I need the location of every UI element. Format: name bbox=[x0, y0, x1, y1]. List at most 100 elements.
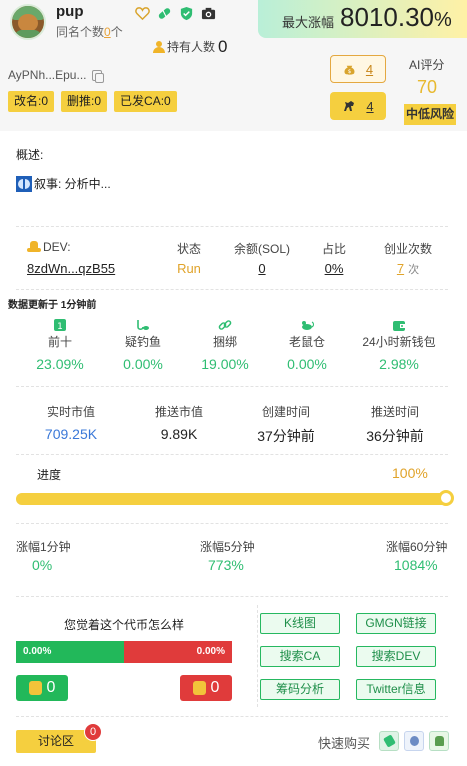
dev-status-value: Run bbox=[177, 261, 201, 276]
twitter-info-button[interactable]: Twitter信息 bbox=[356, 679, 436, 700]
max-gain-value: 8010.30% bbox=[340, 2, 452, 33]
quick-buy-label: 快速购买 bbox=[318, 736, 371, 751]
dev-address[interactable]: 8zdWn...qzB55 bbox=[27, 261, 115, 276]
market-value: 36分钟前 bbox=[366, 428, 424, 444]
gain-1m-label: 涨幅1分钟 bbox=[16, 540, 71, 554]
metric-label: 24小时新钱包 bbox=[362, 335, 436, 349]
metric-label: 前十 bbox=[47, 335, 72, 349]
metric-bundle: 捆绑 19.00% bbox=[180, 318, 270, 372]
dev-balance-value[interactable]: 0 bbox=[227, 261, 297, 276]
metric-new-wallet: 24小时新钱包 2.98% bbox=[352, 318, 446, 372]
bag-count: 4 bbox=[365, 61, 374, 77]
horse-icon bbox=[344, 101, 355, 111]
divider bbox=[16, 289, 448, 290]
discussion-badge: 0 bbox=[84, 723, 102, 741]
holders-label: 持有人数 bbox=[153, 38, 215, 55]
metric-value: 23.09% bbox=[36, 356, 84, 372]
bot-2-icon[interactable] bbox=[404, 731, 424, 751]
metric-label: 老鼠仓 bbox=[288, 335, 325, 349]
chip-analysis-button[interactable]: 筹码分析 bbox=[260, 679, 340, 700]
same-name-label: 同名个数 bbox=[56, 25, 105, 39]
issued-ca-chip: 已发CA:0 bbox=[114, 91, 177, 112]
progress-value: 100% bbox=[392, 465, 428, 481]
same-name-count: 同名个数0个 bbox=[56, 23, 123, 40]
dev-label-text: DEV: bbox=[43, 240, 71, 254]
ai-score-label: AI评分 bbox=[409, 58, 445, 72]
same-name-number[interactable]: 0 bbox=[104, 25, 111, 39]
bull-ratio: 0.00% bbox=[16, 641, 124, 663]
market-value: 9.89K bbox=[160, 426, 198, 442]
metric-value: 19.00% bbox=[201, 356, 249, 372]
pill-icon[interactable] bbox=[157, 6, 172, 21]
dev-status-label: 状态 bbox=[176, 242, 201, 256]
vote-question: 您觉着这个代币怎么样 bbox=[64, 618, 185, 632]
update-note: 数据更新于 1分钟前 bbox=[8, 300, 97, 311]
metric-value: 0.00% bbox=[287, 356, 327, 372]
metric-rat: 老鼠仓 0.00% bbox=[262, 318, 352, 372]
bag-button[interactable]: $ 4 bbox=[330, 55, 386, 83]
same-name-unit: 个 bbox=[110, 25, 123, 39]
max-gain-box: 最大涨幅 8010.30% bbox=[258, 0, 467, 38]
dev-share-label: 占比 bbox=[321, 242, 346, 256]
search-ca-button[interactable]: 搜索CA bbox=[260, 646, 340, 667]
shield-check-icon[interactable] bbox=[179, 6, 194, 21]
kline-button[interactable]: K线图 bbox=[260, 613, 340, 634]
wallet-icon bbox=[393, 321, 405, 331]
svg-text:1: 1 bbox=[57, 322, 63, 332]
market-label: 推送市值 bbox=[154, 405, 203, 419]
dev-share-value[interactable]: 0% bbox=[312, 261, 356, 276]
thumbs-down-icon bbox=[192, 681, 206, 695]
camera-icon[interactable] bbox=[201, 6, 216, 21]
hat-icon bbox=[27, 241, 41, 253]
market-label: 推送时间 bbox=[370, 405, 419, 419]
dev-label: DEV: bbox=[27, 240, 71, 254]
heart-icon[interactable] bbox=[135, 6, 150, 21]
chip-row: 改名:0 删推:0 已发CA:0 bbox=[8, 91, 177, 112]
token-header: pup 同名个数0个 持有人数 0 最大涨幅 8010.30% AyPNh...… bbox=[0, 0, 467, 131]
divider bbox=[16, 386, 448, 387]
vertical-divider bbox=[257, 605, 258, 707]
dev-startups: 7次 bbox=[376, 261, 440, 277]
progress-fill bbox=[16, 493, 448, 505]
horse-count: 4 bbox=[366, 98, 374, 114]
max-gain-unit: % bbox=[433, 9, 452, 31]
deleted-push-chip: 删推:0 bbox=[61, 91, 108, 112]
contract-address[interactable]: AyPNh...Epu... bbox=[8, 68, 87, 82]
bot-3-icon[interactable] bbox=[429, 731, 449, 751]
dev-startups-value[interactable]: 7 bbox=[397, 261, 404, 276]
thumbs-up-button[interactable]: 0 bbox=[16, 675, 68, 701]
metric-value: 2.98% bbox=[379, 356, 419, 372]
money-bag-icon: $ bbox=[344, 65, 355, 75]
narrative-text: 叙事: 分析中... bbox=[34, 177, 111, 191]
max-gain-number: 8010.30 bbox=[340, 2, 434, 32]
market-label: 实时市值 bbox=[46, 405, 95, 419]
max-gain-label: 最大涨幅 bbox=[282, 15, 335, 30]
horse-button[interactable]: 4 bbox=[330, 92, 386, 120]
svg-text:$: $ bbox=[348, 69, 352, 75]
butterfly-icon bbox=[16, 175, 32, 192]
thumbs-down-button[interactable]: 0 bbox=[180, 675, 232, 701]
gain-1m-value: 0% bbox=[32, 557, 53, 573]
progress-knob bbox=[438, 490, 454, 506]
metric-label: 捆绑 bbox=[212, 335, 237, 349]
rat-icon bbox=[302, 321, 314, 330]
search-dev-button[interactable]: 搜索DEV bbox=[356, 646, 436, 667]
token-address: AyPNh...Epu... bbox=[8, 68, 104, 83]
market-created-time: 创建时间 37分钟前 bbox=[236, 403, 336, 446]
header-icon-row bbox=[135, 6, 216, 21]
thumbs-up-icon bbox=[28, 681, 42, 695]
holders-count: 0 bbox=[218, 37, 228, 56]
fishing-icon bbox=[137, 320, 149, 331]
copy-icon[interactable] bbox=[91, 69, 104, 83]
bot-1-icon[interactable] bbox=[379, 731, 399, 751]
rename-chip: 改名:0 bbox=[8, 91, 55, 112]
bear-ratio: 0.00% bbox=[124, 641, 232, 663]
token-panel: pup 同名个数0个 持有人数 0 最大涨幅 8010.30% AyPNh...… bbox=[0, 0, 467, 766]
market-value: 709.25K bbox=[44, 426, 98, 442]
gmgn-link-button[interactable]: GMGN链接 bbox=[356, 613, 436, 634]
divider bbox=[16, 596, 448, 597]
divider bbox=[16, 523, 448, 524]
gain-5m-label: 涨幅5分钟 bbox=[200, 540, 255, 554]
link-icon bbox=[218, 320, 232, 330]
divider bbox=[16, 454, 448, 455]
